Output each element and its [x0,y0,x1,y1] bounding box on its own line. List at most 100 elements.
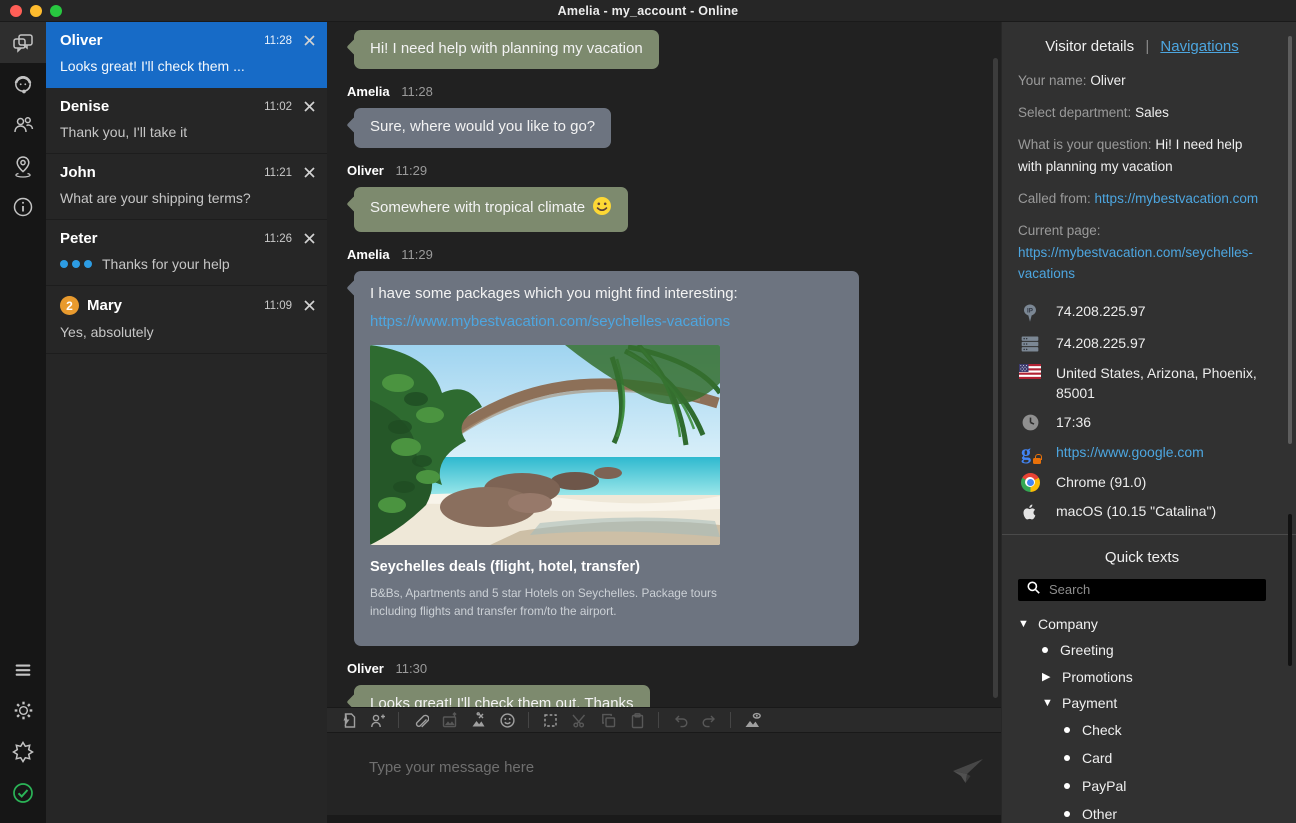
tree-node-card[interactable]: Card [1018,750,1266,766]
field-your-name: Your name: Oliver [1018,70,1266,92]
seychelles-beach-image [370,345,720,545]
cut-icon[interactable] [566,709,592,731]
nav-chats-icon[interactable] [0,22,46,63]
tree-node-paypal[interactable]: PayPal [1018,778,1266,794]
chat-list-item[interactable]: John 11:21 What are your shipping terms? [46,154,327,220]
quick-texts-search-input[interactable] [1049,582,1258,597]
send-message-icon[interactable] [951,755,985,792]
tree-node-greeting[interactable]: Greeting [1018,642,1266,658]
close-chat-icon[interactable] [304,35,315,46]
menu-icon[interactable] [0,649,46,690]
title-bar: Amelia - my_account - Online [0,0,1296,22]
emoji-icon[interactable] [494,709,520,731]
zoom-window-button[interactable] [50,5,62,17]
close-chat-icon[interactable] [304,101,315,112]
tab-navigations[interactable]: Navigations [1160,38,1238,55]
svg-text:IP: IP [1027,307,1033,314]
message-time: 11:29 [401,247,433,262]
message-input[interactable] [369,759,931,776]
paste-icon[interactable] [624,709,650,731]
quick-texts-scrollbar[interactable] [1288,514,1292,666]
tree-node-other[interactable]: Other [1018,806,1266,822]
unread-count-badge: 2 [60,296,79,315]
message-meta: Amelia 11:29 [347,247,977,262]
online-status-icon[interactable] [0,772,46,813]
close-window-button[interactable] [10,5,22,17]
referrer-link[interactable]: https://www.google.com [1056,442,1204,462]
select-area-icon[interactable] [537,709,563,731]
tree-node-promotions[interactable]: ▶Promotions [1018,669,1266,685]
chat-time: 11:28 [264,35,292,47]
nav-support-agent-icon[interactable] [0,63,46,104]
info-row-referrer: g https://www.google.com [1018,442,1266,463]
info-row-location: United States, Arizona, Phoenix, 85001 [1018,363,1266,404]
conversation-pane: Hi! I need help with planning my vacatio… [327,22,1001,823]
chat-time: 11:09 [264,300,292,312]
nav-visitors-icon[interactable] [0,104,46,145]
quick-texts-search[interactable] [1018,579,1266,601]
bottom-strip [327,815,1001,823]
chat-preview: What are your shipping terms? [60,190,315,206]
toolbar-separator [658,712,659,728]
chat-preview: Thank you, I'll take it [60,124,315,140]
package-link[interactable]: https://www.mybestvacation.com/seychelle… [370,312,843,332]
tab-visitor-details[interactable]: Visitor details [1045,38,1134,55]
settings-gear-icon[interactable] [0,690,46,731]
canned-response-icon[interactable] [335,709,361,731]
conversation-scrollbar[interactable] [993,58,998,698]
message-time: 11:29 [395,163,427,178]
message-author: Amelia [347,247,390,262]
info-row-browser: Chrome (91.0) [1018,472,1266,492]
clock-icon [1018,413,1042,432]
add-participant-icon[interactable] [364,709,390,731]
chat-time: 11:02 [264,101,292,113]
message-author: Amelia [347,84,390,99]
google-referrer-icon: g [1018,443,1042,463]
message-bubble-visitor: Somewhere with tropical climate [354,187,628,232]
chat-list-item[interactable]: Peter 11:26 Thanks for your help [46,220,327,286]
close-chat-icon[interactable] [304,167,315,178]
toolbar-separator [528,712,529,728]
chat-list-item[interactable]: Oliver 11:28 Looks great! I'll check the… [46,22,327,88]
crop-image-icon[interactable] [465,709,491,731]
attach-file-icon[interactable] [407,709,433,731]
visitor-panel: Visitor details | Navigations Your name:… [1001,22,1296,823]
nav-info-icon[interactable] [0,186,46,227]
tree-node-payment[interactable]: ▼Payment [1018,695,1266,711]
chat-time: 11:21 [264,167,292,179]
chat-list-item[interactable]: 2 Mary 11:09 Yes, absolutely [46,286,327,354]
composer [327,733,1001,815]
field-department: Select department: Sales [1018,102,1266,124]
theme-burst-icon[interactable] [0,731,46,772]
close-chat-icon[interactable] [304,300,315,311]
tree-node-company[interactable]: ▼Company [1018,616,1266,632]
message-time: 11:30 [395,661,427,676]
close-chat-icon[interactable] [304,233,315,244]
called-from-link[interactable]: https://mybestvacation.com [1095,191,1259,206]
minimize-window-button[interactable] [30,5,42,17]
current-page-link[interactable]: https://mybestvacation.com/seychelles-va… [1018,245,1253,282]
visitor-details-scrollbar[interactable] [1288,36,1292,444]
info-row-ip: IP 74.208.225.97 [1018,301,1266,324]
quick-texts-section: Quick texts ▼Company Greeting ▶Promotion… [1002,535,1296,823]
message-bubble-agent: Sure, where would you like to go? [354,108,611,147]
toolbar-separator [398,712,399,728]
nav-geo-location-icon[interactable] [0,145,46,186]
bullet-icon [1042,647,1048,653]
package-card-title: Seychelles deals (flight, hotel, transfe… [370,558,843,578]
upload-image-icon[interactable] [436,709,462,731]
visitor-info-rows: IP 74.208.225.97 74.208.225.97 United St… [1018,301,1266,522]
chat-list-item[interactable]: Denise 11:02 Thank you, I'll take it [46,88,327,154]
search-icon [1026,580,1041,600]
expanded-arrow-icon[interactable]: ▼ [1042,697,1062,709]
image-preview-icon[interactable] [739,709,765,731]
tree-node-check[interactable]: Check [1018,722,1266,738]
chat-time: 11:26 [264,233,292,245]
expanded-arrow-icon[interactable]: ▼ [1018,618,1038,630]
undo-icon[interactable] [667,709,693,731]
copy-icon[interactable] [595,709,621,731]
apple-os-icon [1018,502,1042,522]
message-meta: Amelia 11:28 [347,84,977,99]
collapsed-arrow-icon[interactable]: ▶ [1042,670,1062,683]
redo-icon[interactable] [696,709,722,731]
